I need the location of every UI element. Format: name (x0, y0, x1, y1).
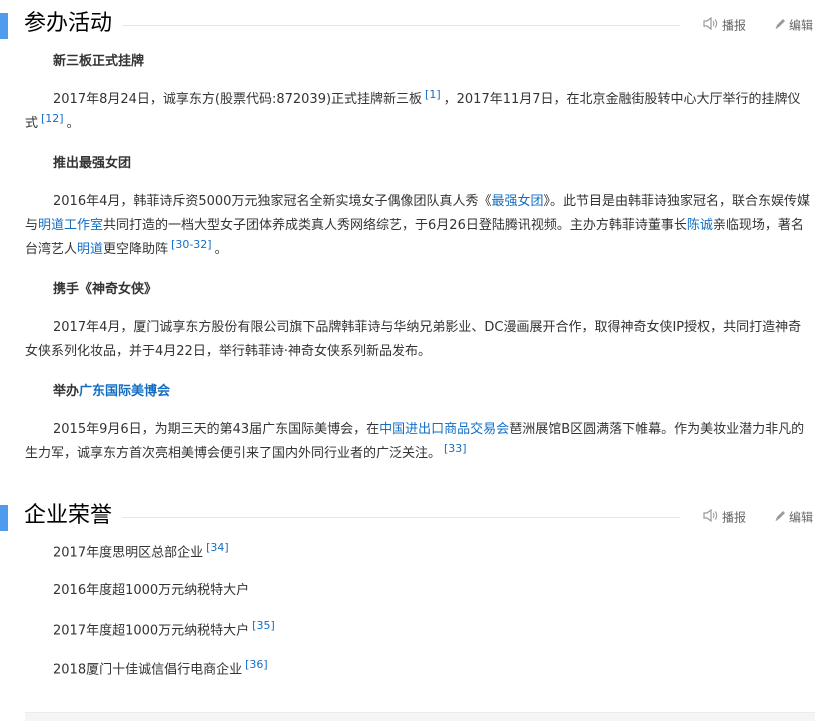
section-title: 参办活动 (24, 11, 113, 36)
paragraph-wonder-woman: 2017年4月，厦门诚享东方股份有限公司旗下品牌韩菲诗与华纳兄弟影业、DC漫画展… (25, 320, 802, 359)
link-chen-cheng[interactable]: 陈诚 (687, 218, 713, 233)
subheading-listing: 新三板正式挂牌 (53, 54, 145, 69)
pencil-icon (774, 509, 787, 526)
subheading-wonder-woman: 携手《神奇女侠》 (53, 282, 158, 297)
speaker-icon (703, 16, 718, 34)
honor-item: 2016年度超1000万元纳税特大户 (53, 583, 250, 598)
section-header-honors: 企业荣誉 播报 编辑 (0, 496, 837, 532)
link-mingdao-studio[interactable]: 明道工作室 (38, 218, 103, 233)
honor-item: 2018厦门十佳诚信倡行电商企业 [36] (53, 658, 268, 678)
pencil-icon (774, 17, 787, 34)
section-accent-bar (0, 13, 8, 39)
link-canton-fair[interactable]: 中国进出口商品交易会 (379, 422, 509, 437)
play-audio-button[interactable]: 播报 (703, 508, 746, 526)
edit-section-button[interactable]: 编辑 (774, 509, 813, 526)
speaker-icon (703, 508, 718, 526)
subheading-girl-group: 推出最强女团 (53, 156, 132, 171)
reference-link[interactable]: [34] (206, 541, 229, 554)
reference-link[interactable]: [12] (41, 112, 64, 125)
reference-link[interactable]: [33] (444, 442, 467, 455)
subheading-beauty-expo: 举办广东国际美博会 (53, 384, 171, 399)
reference-link[interactable]: [35] (252, 619, 275, 632)
edit-section-button[interactable]: 编辑 (774, 17, 813, 34)
paragraph-girl-group: 2016年4月，韩菲诗斥资5000万元独家冠名全新实境女子偶像团队真人秀《最强女… (25, 194, 810, 257)
reference-link[interactable]: [30-32] (171, 238, 212, 251)
honor-item: 2017年度思明区总部企业 [34] (53, 541, 229, 561)
paragraph-beauty-expo: 2015年9月6日，为期三天的第43届广东国际美博会，在中国进出口商品交易会琶洲… (25, 422, 805, 461)
link-guangdong-beauty-expo[interactable]: 广东国际美博会 (79, 384, 170, 399)
section-divider (122, 517, 680, 518)
section-divider (122, 25, 680, 26)
next-section-box (25, 712, 815, 721)
link-mingdao[interactable]: 明道 (77, 242, 103, 257)
section-title: 企业荣誉 (24, 503, 113, 528)
link-strongest-girl-group[interactable]: 最强女团 (491, 194, 543, 209)
reference-link[interactable]: [36] (245, 658, 268, 671)
section-accent-bar (0, 505, 8, 531)
paragraph-listing: 2017年8月24日，诚享东方(股票代码:872039)正式挂牌新三板 [1] ，2… (25, 87, 801, 131)
play-audio-button[interactable]: 播报 (703, 16, 746, 34)
section-header-activities: 参办活动 播报 编辑 (0, 4, 837, 40)
honor-item: 2017年度超1000万元纳税特大户 [35] (53, 619, 275, 639)
reference-link[interactable]: [1] (425, 88, 441, 101)
